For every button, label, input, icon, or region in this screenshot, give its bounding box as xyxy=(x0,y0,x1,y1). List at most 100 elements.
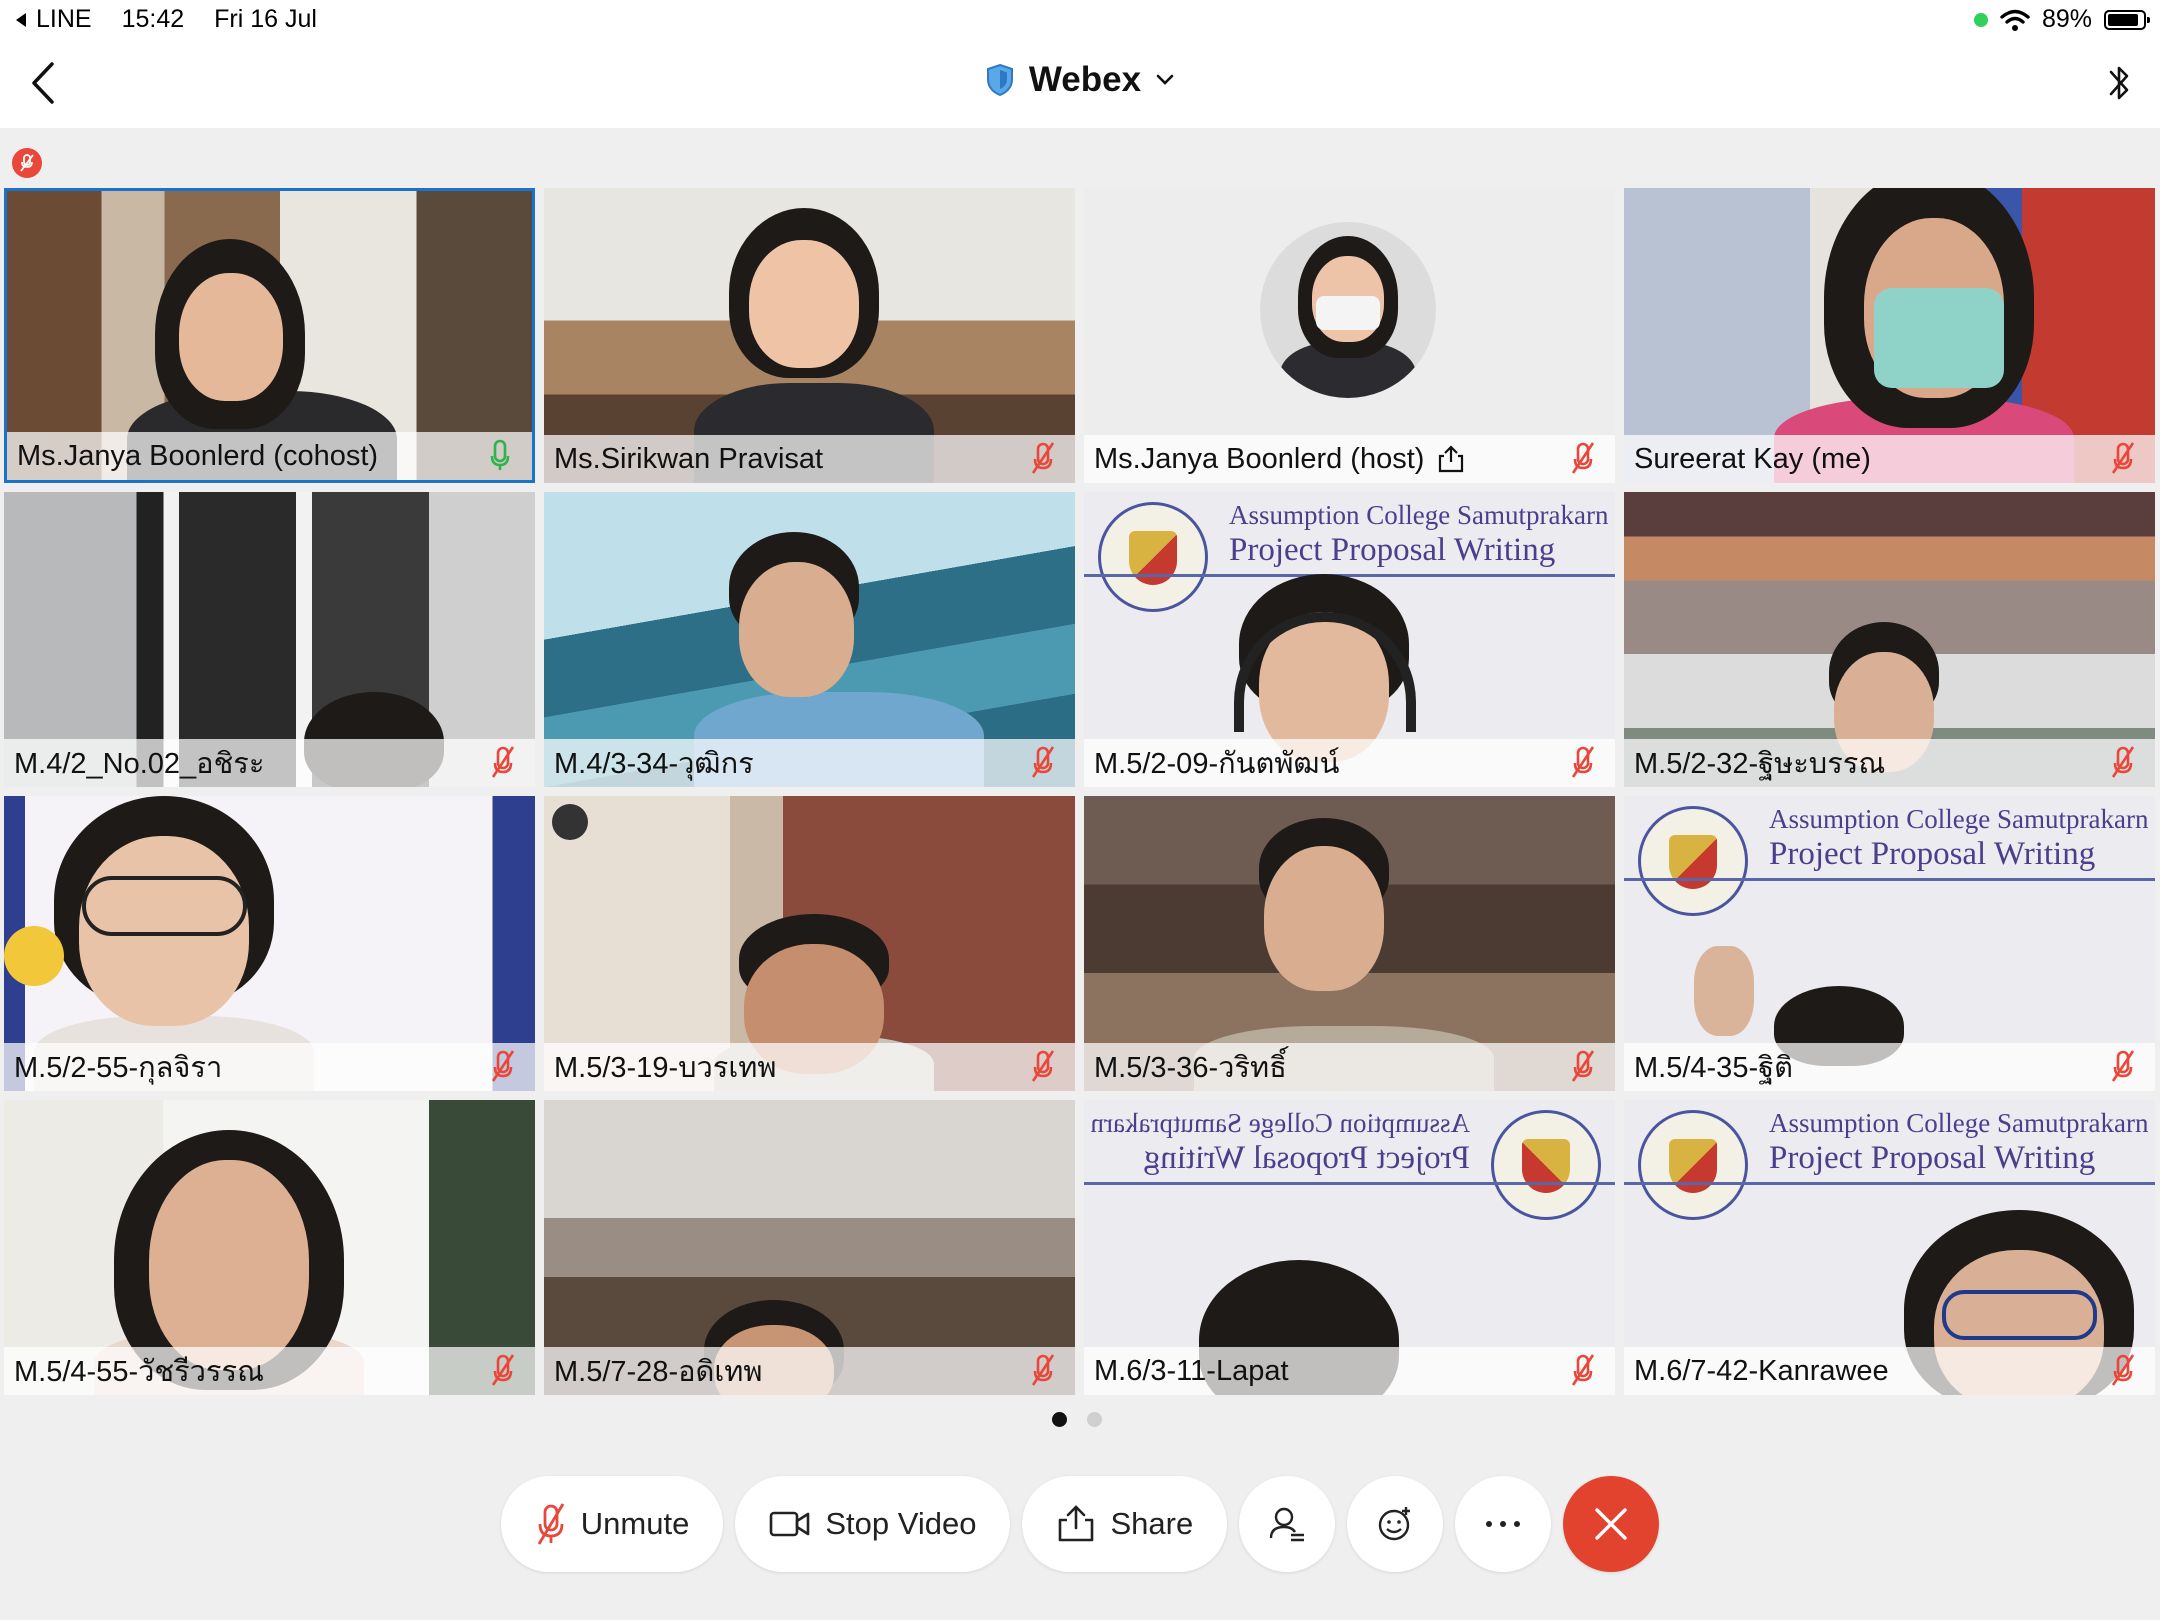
avatar xyxy=(1260,222,1436,398)
mic-muted-icon xyxy=(1031,1354,1055,1386)
participant-tile[interactable]: Ms.Janya Boonlerd (host) xyxy=(1084,188,1615,483)
participant-name: M.5/7-28-อดิเทพ xyxy=(554,1356,763,1388)
back-to-app[interactable]: LINE xyxy=(14,5,92,34)
participant-tile[interactable]: M.5/3-19-บวรเทพ xyxy=(544,796,1075,1091)
mic-muted-icon xyxy=(1031,1050,1055,1082)
participant-tile[interactable]: M.4/3-34-วุฒิกร xyxy=(544,492,1075,787)
emoji-icon xyxy=(1379,1507,1411,1541)
school-seal-icon xyxy=(1638,1110,1748,1220)
mic-muted-icon xyxy=(2111,442,2135,474)
share-label: Share xyxy=(1110,1506,1194,1541)
back-triangle-icon xyxy=(16,12,26,27)
page-dot-1[interactable] xyxy=(1052,1412,1067,1427)
stop-video-button[interactable]: Stop Video xyxy=(735,1476,1011,1572)
mic-muted-icon xyxy=(491,1050,515,1082)
participant-tile[interactable]: M.5/4-55-วัชรีวรรณ xyxy=(4,1100,535,1395)
participant-tile[interactable]: M.5/7-28-อดิเทพ xyxy=(544,1100,1075,1395)
mic-in-use-icon xyxy=(1973,12,1988,27)
leave-meeting-button[interactable] xyxy=(1563,1476,1660,1572)
participant-name: M.6/7-42-Kanrawee xyxy=(1634,1354,1889,1387)
video-camera-icon xyxy=(770,1511,810,1537)
close-icon xyxy=(1595,1508,1627,1540)
participant-tile[interactable]: Assumption College Samutprakarn Project … xyxy=(1624,796,2155,1091)
unmute-label: Unmute xyxy=(580,1506,690,1541)
mic-muted-icon xyxy=(1571,442,1595,474)
banner-line-1: Assumption College Samutprakarn xyxy=(1229,500,1609,530)
virtual-background-banner: Assumption College Samutprakarn Project … xyxy=(1084,492,1615,612)
battery-icon xyxy=(2104,9,2150,30)
mic-muted-icon xyxy=(2111,1354,2135,1386)
participant-name: M.5/2-09-กันตพัฒน์ xyxy=(1094,748,1340,780)
meeting-title-menu[interactable]: Webex xyxy=(0,60,2160,100)
participant-name: M.6/3-11-Lapat xyxy=(1094,1354,1289,1387)
unmute-button[interactable]: Unmute xyxy=(500,1476,724,1572)
participant-tile[interactable]: M.4/2_No.02_อชิระ xyxy=(4,492,535,787)
school-seal-icon xyxy=(1098,502,1208,612)
page-dot-2[interactable] xyxy=(1087,1412,1102,1427)
share-icon xyxy=(1059,1505,1094,1542)
title-bar: Webex xyxy=(0,40,2160,128)
sharing-icon xyxy=(1439,445,1464,473)
participant-tile[interactable]: Sureerat Kay (me) xyxy=(1624,188,2155,483)
banner-line-1: Assumption College Samutprakarn xyxy=(1769,804,2149,834)
banner-line-2: Project Proposal Writing xyxy=(1769,1140,2096,1176)
participant-tile[interactable]: M.5/2-32-ฐิษะบรรณ xyxy=(1624,492,2155,787)
mic-muted-icon xyxy=(2111,1050,2135,1082)
page-title: Webex xyxy=(1028,60,1142,99)
status-bar: LINE 15:42 Fri 16 Jul 89% xyxy=(0,0,2160,40)
participant-tile[interactable]: M.5/3-36-วริทธิ์ xyxy=(1084,796,1615,1091)
back-app-label: LINE xyxy=(36,5,92,33)
virtual-background-banner: Assumption College Samutprakarn Project … xyxy=(1084,1100,1615,1220)
banner-line-1: Assumption College Samutprakarn xyxy=(1090,1108,1470,1138)
meeting-controls: Unmute Stop Video Share xyxy=(0,1476,2160,1572)
bluetooth-icon[interactable] xyxy=(2104,58,2134,108)
more-options-button[interactable] xyxy=(1455,1476,1552,1572)
reactions-button[interactable] xyxy=(1347,1476,1444,1572)
mic-muted-icon xyxy=(1571,1354,1595,1386)
participant-name: Ms.Sirikwan Pravisat xyxy=(554,442,824,475)
banner-line-2: Project Proposal Writing xyxy=(1769,836,2096,872)
mic-muted-icon xyxy=(2111,746,2135,778)
shield-icon xyxy=(986,63,1013,97)
participant-tile[interactable]: Assumption College Samutprakarn Project … xyxy=(1084,1100,1615,1395)
participant-tile[interactable]: M.5/2-55-กุลจิรา xyxy=(4,796,535,1091)
participant-name: Ms.Janya Boonlerd (host) xyxy=(1094,442,1425,475)
mic-muted-icon xyxy=(1031,746,1055,778)
participant-name: M.5/2-32-ฐิษะบรรณ xyxy=(1634,748,1886,780)
participant-name: Sureerat Kay (me) xyxy=(1634,442,1871,475)
mic-muted-icon xyxy=(491,746,515,778)
participant-name: M.5/4-55-วัชรีวรรณ xyxy=(14,1356,264,1388)
participants-button[interactable] xyxy=(1239,1476,1336,1572)
virtual-background-banner: Assumption College Samutprakarn Project … xyxy=(1624,796,2155,916)
banner-line-2: Project Proposal Writing xyxy=(1229,532,1556,568)
status-date: Fri 16 Jul xyxy=(214,5,317,33)
share-button[interactable]: Share xyxy=(1022,1476,1228,1572)
page-indicator[interactable] xyxy=(1052,1412,1102,1427)
status-time: 15:42 xyxy=(121,5,185,33)
participant-tile[interactable]: Assumption College Samutprakarn Project … xyxy=(1084,492,1615,787)
dx-badge-icon xyxy=(552,804,588,840)
participant-name: M.5/3-19-บวรเทพ xyxy=(554,1052,777,1084)
mic-muted-icon xyxy=(491,1354,515,1386)
banner-line-2: Project Proposal Writing xyxy=(1143,1140,1470,1176)
participants-icon xyxy=(1270,1507,1305,1542)
mic-muted-icon xyxy=(1031,442,1055,474)
mic-muted-icon xyxy=(1571,1050,1595,1082)
participant-name: M.4/2_No.02_อชิระ xyxy=(14,748,265,780)
participant-name: M.5/2-55-กุลจิรา xyxy=(14,1052,223,1084)
mic-muted-icon xyxy=(1571,746,1595,778)
muted-indicator-icon xyxy=(12,148,42,178)
chevron-down-icon xyxy=(1156,74,1174,85)
participant-tile[interactable]: Assumption College Samutprakarn Project … xyxy=(1624,1100,2155,1395)
participant-name: M.5/4-35-ฐิติ xyxy=(1634,1052,1793,1084)
mic-on-icon xyxy=(490,439,510,470)
participant-name: M.5/3-36-วริทธิ์ xyxy=(1094,1052,1287,1084)
virtual-background-banner: Assumption College Samutprakarn Project … xyxy=(1624,1100,2155,1220)
school-seal-icon xyxy=(1491,1110,1601,1220)
wifi-icon xyxy=(2000,9,2030,31)
mic-muted-icon xyxy=(537,1503,564,1545)
stop-video-label: Stop Video xyxy=(825,1506,977,1541)
participant-tile[interactable]: Ms.Sirikwan Pravisat xyxy=(544,188,1075,483)
participant-tile[interactable]: Ms.Janya Boonlerd (cohost) xyxy=(4,188,535,483)
participant-name: Ms.Janya Boonlerd (cohost) xyxy=(17,439,379,472)
